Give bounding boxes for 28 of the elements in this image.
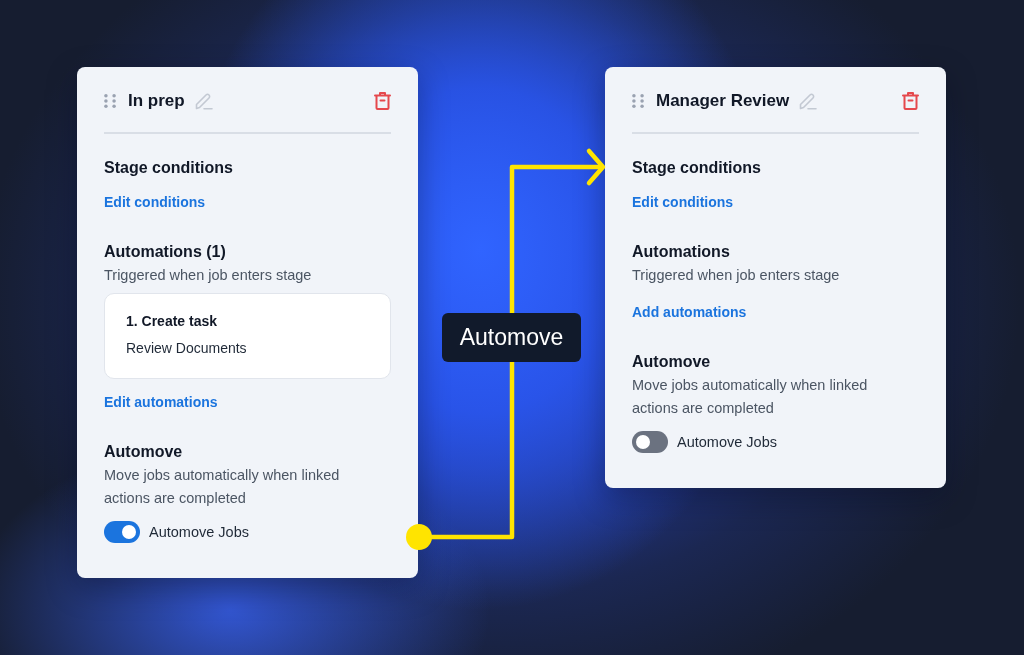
- stage-title: Manager Review: [656, 91, 790, 111]
- automations-link[interactable]: Edit automations: [104, 391, 218, 413]
- section-description: Move jobs automatically when linked actions are completed: [104, 466, 341, 508]
- section-description: Triggered when job enters stage: [632, 266, 840, 285]
- stage-title: In prep: [128, 91, 185, 111]
- section-heading: Automove: [104, 442, 183, 462]
- toggle-switch[interactable]: [104, 521, 140, 543]
- trash-icon[interactable]: [374, 92, 391, 110]
- toggle-switch[interactable]: [632, 431, 668, 453]
- connector-dot-icon: [406, 524, 432, 550]
- drag-handle-icon[interactable]: [632, 94, 644, 108]
- section-heading: Stage conditions: [104, 158, 233, 178]
- section-heading: Stage conditions: [632, 158, 761, 178]
- section-description: Triggered when job enters stage: [104, 266, 312, 285]
- automation-detail: Review Documents: [126, 339, 248, 358]
- section-heading: Automations (1): [104, 242, 226, 262]
- section-heading: Automations: [632, 242, 730, 262]
- section-description: Move jobs automatically when linked actions are completed: [632, 376, 869, 418]
- automations-link[interactable]: Add automations: [632, 301, 747, 323]
- connector-label: Automove: [442, 313, 581, 362]
- conditions-link[interactable]: Edit conditions: [104, 191, 206, 213]
- trash-icon[interactable]: [902, 92, 919, 110]
- section-heading: Automove: [632, 352, 711, 372]
- automation-title: 1. Create task: [126, 312, 219, 331]
- conditions-link[interactable]: Edit conditions: [632, 191, 734, 213]
- toggle-label: Automove Jobs: [677, 433, 777, 452]
- drag-handle-icon[interactable]: [104, 94, 116, 108]
- toggle-label: Automove Jobs: [149, 523, 249, 542]
